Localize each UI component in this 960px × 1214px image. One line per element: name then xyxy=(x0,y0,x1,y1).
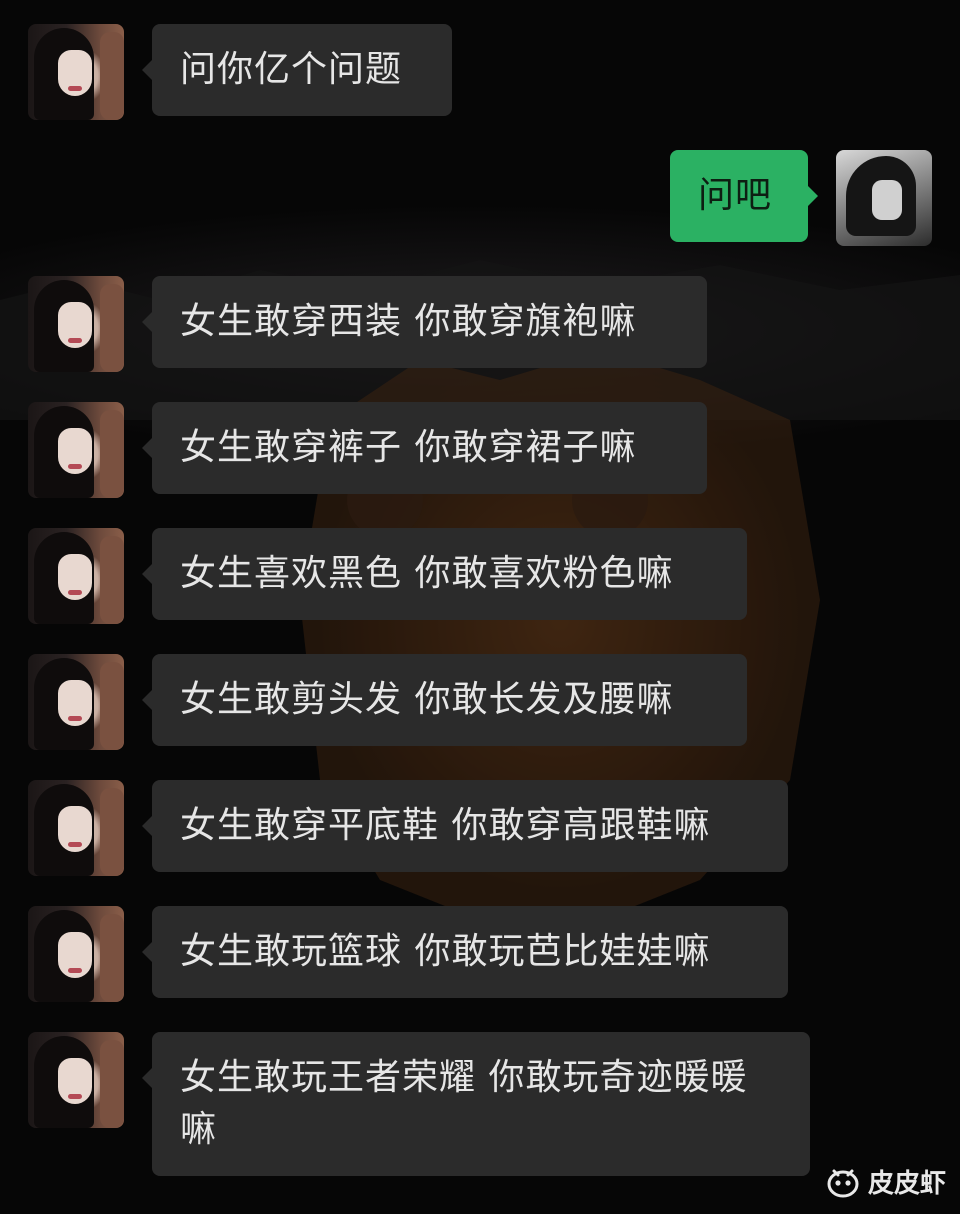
watermark-label: 皮皮虾 xyxy=(867,1169,946,1199)
outgoing-message-bubble[interactable]: 问吧 xyxy=(670,150,818,242)
contact-avatar[interactable] xyxy=(28,24,124,120)
app-watermark: 皮皮虾 xyxy=(826,1163,946,1200)
chat-screen: 问你亿个问题 问吧 女生敢穿西装 你敢穿旗袍嘛 女生敢穿裤子 你敢穿裙子嘛 女生… xyxy=(0,0,960,1214)
contact-avatar[interactable] xyxy=(28,528,124,624)
incoming-message-bubble[interactable]: 问你亿个问题 xyxy=(142,24,452,116)
contact-avatar[interactable] xyxy=(28,780,124,876)
contact-avatar[interactable] xyxy=(28,1032,124,1128)
contact-avatar[interactable] xyxy=(28,402,124,498)
incoming-message-bubble[interactable]: 女生敢剪头发 你敢长发及腰嘛 xyxy=(142,654,747,746)
incoming-message-bubble[interactable]: 女生敢穿裤子 你敢穿裙子嘛 xyxy=(142,402,707,494)
incoming-message-bubble[interactable]: 女生喜欢黑色 你敢喜欢粉色嘛 xyxy=(142,528,747,620)
incoming-message-bubble[interactable]: 女生敢穿平底鞋 你敢穿高跟鞋嘛 xyxy=(142,780,788,872)
contact-avatar[interactable] xyxy=(28,654,124,750)
pipixia-logo-icon xyxy=(827,1169,859,1197)
incoming-message-bubble[interactable]: 女生敢玩篮球 你敢玩芭比娃娃嘛 xyxy=(142,906,788,998)
incoming-message-bubble[interactable]: 女生敢穿西装 你敢穿旗袍嘛 xyxy=(142,276,707,368)
contact-avatar[interactable] xyxy=(28,276,124,372)
my-avatar[interactable] xyxy=(836,150,932,246)
contact-avatar[interactable] xyxy=(28,906,124,1002)
incoming-message-bubble[interactable]: 女生敢玩王者荣耀 你敢玩奇迹暖暖嘛 xyxy=(142,1032,810,1176)
